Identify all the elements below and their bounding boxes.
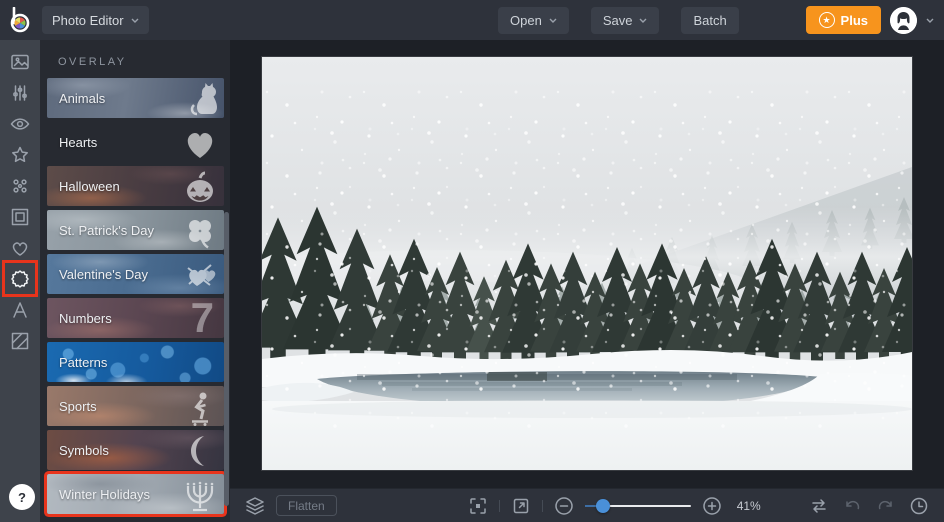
sidebar-tool-frames[interactable] <box>0 201 40 232</box>
moon-icon <box>180 432 220 470</box>
sidebar-tool-text[interactable] <box>0 294 40 325</box>
image-icon <box>11 54 29 69</box>
plus-upgrade-button[interactable]: ★ Plus <box>805 6 881 34</box>
fit-to-screen-icon[interactable] <box>465 493 491 519</box>
heart-icon <box>180 124 220 162</box>
clover-icon <box>180 212 220 250</box>
panel-scrollbar[interactable] <box>224 212 229 506</box>
befunky-logo[interactable] <box>0 0 40 40</box>
photo-canvas[interactable] <box>262 57 912 470</box>
chevron-down-icon[interactable] <box>926 18 934 23</box>
zoom-slider-fill <box>584 504 596 507</box>
seven-glyph: 7 <box>190 298 214 338</box>
graphics-icon <box>12 241 28 256</box>
overlay-category-animals[interactable]: Animals <box>47 78 224 118</box>
overlay-panel: OVERLAY Animals Hearts Halloween St. Patric… <box>40 40 230 522</box>
main-sidebar: ? <box>0 40 40 522</box>
textures-icon <box>11 332 29 349</box>
open-resize-icon[interactable] <box>508 493 534 519</box>
overlay-category-patterns[interactable]: Patterns <box>47 342 224 382</box>
category-label: Animals <box>59 90 106 106</box>
overlay-category-numbers[interactable]: Numbers 7 <box>47 298 224 338</box>
category-label: Symbols <box>59 442 109 458</box>
touchup-icon <box>10 117 30 130</box>
category-label: Halloween <box>59 178 120 194</box>
text-icon <box>13 301 27 318</box>
app-menu-label: Photo Editor <box>52 12 124 28</box>
overlay-category-winter[interactable]: Winter Holidays <box>47 474 224 514</box>
sidebar-tool-textures[interactable] <box>0 325 40 356</box>
overlays-icon <box>11 269 29 288</box>
app-menu-dropdown[interactable]: Photo Editor <box>42 6 149 34</box>
zoom-in-icon[interactable] <box>699 493 725 519</box>
sidebar-tool-list <box>0 40 40 356</box>
artsy-icon <box>13 178 27 193</box>
flatten-button[interactable]: Flatten <box>276 495 337 516</box>
zoom-out-icon[interactable] <box>551 493 577 519</box>
chevron-down-icon <box>639 18 647 23</box>
menorah-icon <box>180 476 220 514</box>
cat-icon <box>180 80 220 118</box>
sidebar-tool-artsy[interactable] <box>0 170 40 201</box>
sidebar-tool-image[interactable] <box>0 46 40 77</box>
zoom-slider[interactable] <box>584 498 691 513</box>
save-button[interactable]: Save <box>590 6 660 34</box>
star-icon: ★ <box>818 12 835 28</box>
zoom-slider-handle[interactable] <box>595 498 610 513</box>
category-label: Sports <box>59 398 97 414</box>
undo-icon[interactable] <box>840 493 866 519</box>
category-label: Winter Holidays <box>59 486 151 502</box>
category-label: Hearts <box>59 134 98 150</box>
history-icon[interactable] <box>906 493 932 519</box>
frames-icon <box>11 208 29 225</box>
redo-icon[interactable] <box>872 493 898 519</box>
compare-icon[interactable] <box>806 493 832 519</box>
help-button[interactable]: ? <box>9 484 35 510</box>
divider <box>498 499 500 512</box>
sidebar-tool-adjust[interactable] <box>0 77 40 108</box>
bottom-toolbar: Flatten 41% <box>230 488 944 522</box>
open-button[interactable]: Open <box>498 6 569 34</box>
effects-icon <box>12 146 28 162</box>
layers-icon[interactable] <box>242 493 268 519</box>
overlay-category-halloween[interactable]: Halloween <box>47 166 224 206</box>
pumpkin-icon <box>180 168 220 206</box>
chevron-down-icon <box>549 18 557 23</box>
category-label: Numbers <box>59 310 112 326</box>
category-label: Valentine's Day <box>59 266 148 282</box>
overlay-category-valentine[interactable]: Valentine's Day <box>47 254 224 294</box>
canvas-area <box>230 40 944 488</box>
overlay-category-stpatrick[interactable]: St. Patrick's Day <box>47 210 224 250</box>
batch-button[interactable]: Batch <box>681 6 739 34</box>
skater-icon <box>180 388 220 426</box>
adjust-icon <box>13 84 27 101</box>
category-label: Patterns <box>59 354 108 370</box>
overlay-category-sports[interactable]: Sports <box>47 386 224 426</box>
overlay-category-hearts[interactable]: Hearts <box>47 122 224 162</box>
user-avatar[interactable] <box>890 6 917 34</box>
sidebar-tool-touchup[interactable] <box>0 108 40 139</box>
top-bar: Photo Editor Open Save Batch ★ Plus <box>0 0 944 40</box>
panel-title: OVERLAY <box>58 56 127 68</box>
chevron-down-icon <box>131 18 139 23</box>
category-label: St. Patrick's Day <box>59 222 154 238</box>
sidebar-tool-effects[interactable] <box>0 139 40 170</box>
zoom-percentage: 41% <box>736 498 761 513</box>
sidebar-tool-graphics[interactable] <box>0 232 40 263</box>
overlay-category-symbols[interactable]: Symbols <box>47 430 224 470</box>
valentine-icon <box>180 256 220 294</box>
overlay-category-list: Animals Hearts Halloween St. Patrick's Day V… <box>40 78 230 514</box>
sidebar-tool-overlays[interactable] <box>0 260 40 297</box>
divider <box>541 499 543 512</box>
